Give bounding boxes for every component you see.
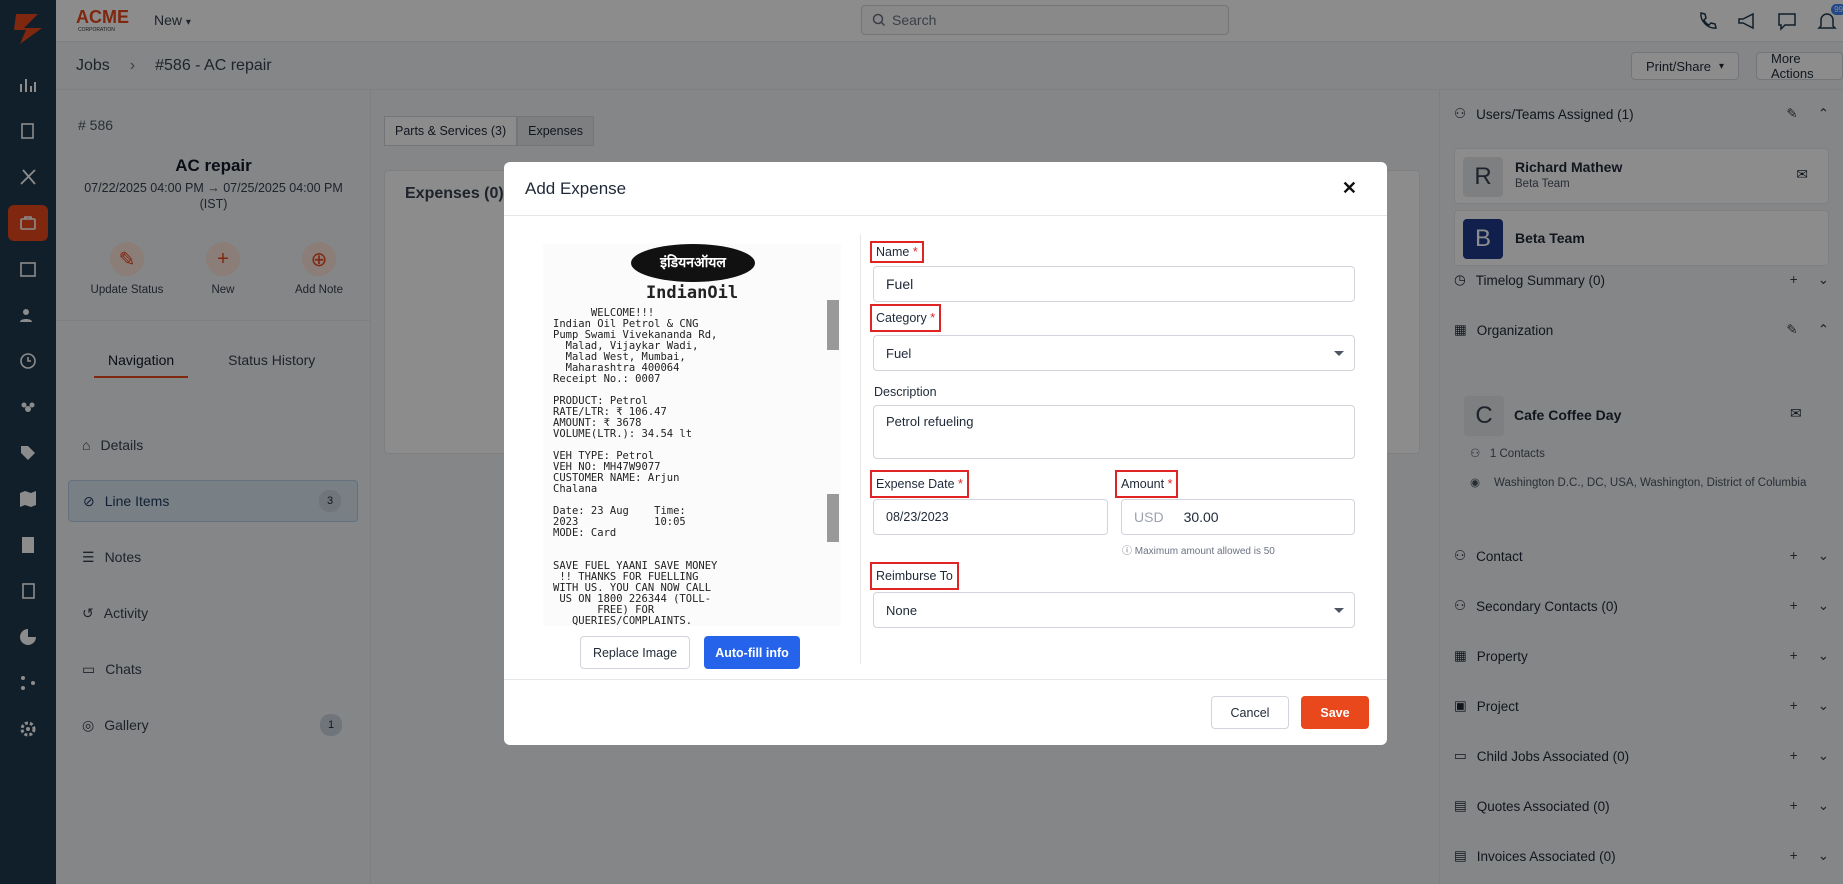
replace-image-button[interactable]: Replace Image bbox=[580, 636, 690, 669]
category-select[interactable]: Fuel bbox=[873, 335, 1355, 371]
amount-input[interactable]: USD 30.00 bbox=[1121, 499, 1355, 535]
category-label: Category * bbox=[870, 304, 942, 332]
required-star: * bbox=[930, 311, 936, 325]
receipt-edge-strip bbox=[827, 300, 839, 350]
divider bbox=[860, 234, 861, 664]
expense-date-label-text: Expense Date bbox=[876, 477, 955, 491]
name-label-text: Name bbox=[876, 245, 910, 259]
amount-hint: ⓘ Maximum amount allowed is 50 bbox=[1122, 542, 1275, 557]
amount-value: 30.00 bbox=[1183, 509, 1219, 525]
indianoil-logo: इंडियनऑयल bbox=[631, 244, 755, 282]
modal-title: Add Expense bbox=[525, 179, 627, 198]
receipt-text: WELCOME!!! Indian Oil Petrol & CNG Pump … bbox=[553, 307, 718, 627]
description-label: Description bbox=[874, 385, 937, 399]
close-icon[interactable]: ✕ bbox=[1342, 178, 1357, 199]
amount-hint-text: Maximum amount allowed is 50 bbox=[1134, 546, 1275, 557]
receipt-brand: IndianOil bbox=[645, 283, 739, 303]
expense-date-label: Expense Date * bbox=[870, 470, 969, 498]
description-textarea[interactable]: Petrol refueling bbox=[873, 405, 1355, 459]
divider bbox=[504, 679, 1387, 680]
amount-currency: USD bbox=[1134, 509, 1164, 525]
amount-label-text: Amount bbox=[1121, 477, 1165, 491]
category-label-text: Category bbox=[876, 311, 927, 325]
required-star: * bbox=[1167, 477, 1173, 491]
save-button[interactable]: Save bbox=[1301, 696, 1369, 729]
cancel-button[interactable]: Cancel bbox=[1211, 696, 1289, 729]
receipt-image: इंडियनऑयल IndianOil WELCOME!!! Indian Oi… bbox=[543, 244, 841, 626]
chevron-down-icon bbox=[1334, 608, 1344, 613]
reimburse-label: Reimburse To bbox=[870, 562, 959, 590]
divider bbox=[504, 215, 1387, 216]
info-icon: ⓘ bbox=[1122, 546, 1132, 557]
category-value: Fuel bbox=[886, 345, 912, 361]
expense-date-input[interactable]: 08/23/2023 bbox=[873, 499, 1108, 535]
autofill-button[interactable]: Auto-fill info bbox=[704, 636, 800, 669]
required-star: * bbox=[912, 245, 918, 259]
amount-label: Amount * bbox=[1115, 470, 1179, 498]
add-expense-modal: Add Expense ✕ इंडियनऑयल IndianOil WELCOM… bbox=[504, 162, 1387, 745]
name-label: Name * bbox=[870, 241, 924, 263]
name-input[interactable]: Fuel bbox=[873, 266, 1355, 302]
required-star: * bbox=[958, 477, 963, 491]
chevron-down-icon bbox=[1334, 351, 1344, 356]
reimburse-value: None bbox=[886, 602, 918, 618]
reimburse-select[interactable]: None bbox=[873, 592, 1355, 628]
receipt-edge-strip bbox=[827, 494, 839, 542]
